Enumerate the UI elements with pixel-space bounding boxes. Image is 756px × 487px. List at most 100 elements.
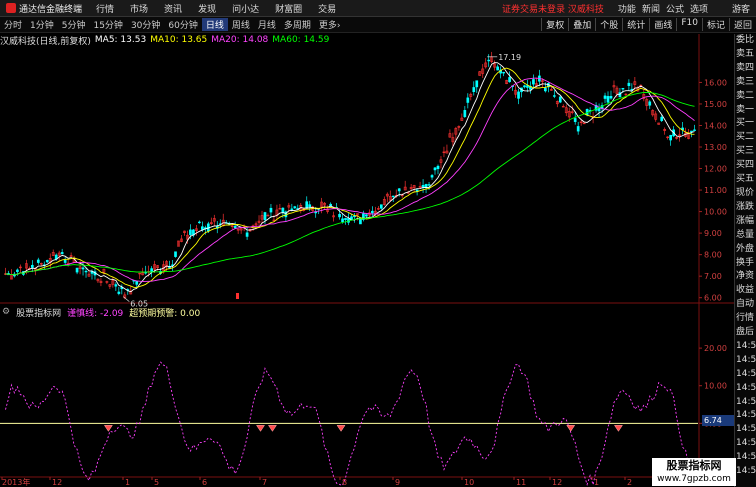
candle-body [174, 251, 177, 257]
ma5-label: MA5: 13.53 [94, 35, 147, 45]
sidebar-item[interactable]: 行情 [735, 312, 756, 326]
sidebar-item[interactable]: 14:50 [735, 382, 756, 396]
settings-icon[interactable]: ⚙ [2, 307, 10, 317]
sidebar-item[interactable]: 卖一 [735, 104, 756, 118]
candle-body [391, 195, 395, 198]
ma20-line [5, 77, 695, 282]
sidebar-item[interactable]: 14:50 [735, 423, 756, 437]
site-watermark: 股票指标网 www.7gpzb.com [652, 458, 736, 486]
sidebar-item[interactable]: 14:50 [735, 396, 756, 410]
candle-body [341, 218, 344, 222]
xaxis-label: 1 [125, 478, 130, 487]
sidebar-item[interactable]: 买四 [735, 159, 756, 173]
candle-body [576, 126, 580, 132]
sidebar-item[interactable]: 卖五 [735, 48, 756, 62]
sidebar-item[interactable]: 换手 [735, 257, 756, 271]
candle-body [466, 97, 470, 103]
sidebar-item[interactable]: 外盘 [735, 243, 756, 257]
candle-body [135, 281, 139, 285]
xaxis-label: 10 [464, 478, 474, 487]
sidebar-item[interactable]: 净资 [735, 270, 756, 284]
sidebar-item[interactable]: 涨跌 [735, 201, 756, 215]
candle-body [660, 116, 664, 121]
candle-body [427, 184, 431, 186]
sidebar-item[interactable]: 14:50 [735, 451, 756, 465]
candle-body [544, 87, 547, 92]
sidebar-item[interactable]: 卖四 [735, 62, 756, 76]
candle-body [496, 66, 499, 71]
price-tick-label: 9.00 [704, 229, 722, 238]
price-tick-label: 6.00 [704, 294, 722, 303]
candle-body [150, 268, 153, 273]
xaxis-label: 7 [262, 478, 267, 487]
candle-body [606, 96, 610, 103]
candle-body [627, 82, 631, 86]
sidebar-item[interactable]: 收益 [735, 284, 756, 298]
candle-body [16, 269, 19, 273]
current-value-badge: 6.74 [702, 415, 734, 426]
sidebar-item[interactable]: 14:50 [735, 409, 756, 423]
sidebar-item[interactable]: 14:50 [735, 465, 756, 479]
xaxis-label: 1 [594, 478, 599, 487]
signal-gem-icon [566, 425, 576, 432]
candle-body [379, 204, 383, 209]
candle-body [573, 118, 577, 122]
candle-body [523, 85, 526, 88]
signal-gem-icon [613, 425, 623, 432]
candle-body [508, 77, 511, 83]
sidebar-item[interactable]: 买二 [735, 131, 756, 145]
ma10-line [5, 67, 695, 289]
candle-body [114, 284, 118, 287]
candle-body [558, 96, 562, 103]
sidebar-item[interactable]: 买一 [735, 117, 756, 131]
candle-body [84, 270, 88, 273]
ma10-label: MA10: 13.65 [150, 35, 208, 45]
candle-body [233, 225, 237, 229]
sidebar-item[interactable]: 盘后 [735, 326, 756, 340]
candle-body [532, 79, 535, 85]
xaxis-label: 11 [516, 478, 526, 487]
sidebar-item[interactable]: 现价 [735, 187, 756, 201]
candle-body [308, 204, 312, 208]
candle-body [45, 259, 49, 263]
candle-body [424, 184, 428, 188]
candle-body [305, 201, 309, 209]
sidebar-item[interactable]: 涨幅 [735, 215, 756, 229]
candle-body [198, 221, 201, 224]
price-chart[interactable]: 16.0015.0014.0013.0012.0011.0010.009.008… [0, 0, 734, 487]
candle-body [201, 226, 204, 230]
sidebar-item[interactable]: 委比 [735, 34, 756, 48]
sidebar-item[interactable]: 14:50 [735, 368, 756, 382]
sidebar-item[interactable]: 买五 [735, 173, 756, 187]
indicator-tick-label: 20.00 [704, 344, 727, 353]
candle-body [344, 218, 347, 220]
xaxis-label: 12 [552, 478, 562, 487]
sidebar-item[interactable]: 总量 [735, 229, 756, 243]
candle-body [648, 101, 652, 106]
sidebar-item[interactable]: 卖三 [735, 76, 756, 90]
sidebar-item[interactable]: 自动 [735, 298, 756, 312]
candle-body [487, 59, 491, 62]
xaxis-label: 5 [154, 478, 159, 487]
candle-body [693, 129, 696, 131]
high-label: 17.19 [498, 53, 521, 62]
signal-gem-icon [336, 425, 346, 432]
candle-body [552, 95, 556, 97]
watermark-line2: www.7gpzb.com [657, 474, 731, 484]
candle-body [30, 264, 34, 268]
quote-sidebar: 委比 卖五 卖四 卖三 卖二 卖一 买一 买二 买三 买四 买五 现价 涨跌 涨幅 总量 外盘 换手 净资 收益 自动… [734, 34, 756, 487]
candle-body [281, 207, 285, 213]
sidebar-item[interactable]: 卖二 [735, 90, 756, 104]
candle-body [36, 259, 40, 263]
sidebar-item[interactable]: 买三 [735, 145, 756, 159]
ma20-label: MA20: 14.08 [211, 35, 269, 45]
candle-body [397, 188, 401, 192]
sidebar-item[interactable]: 14:50 [735, 354, 756, 368]
candle-body [245, 232, 249, 237]
signal-gem-icon [256, 425, 265, 432]
ma5-line [5, 62, 695, 293]
sidebar-item[interactable]: 14:50 [735, 437, 756, 451]
sidebar-item[interactable]: 14:50 [735, 340, 756, 354]
guest-label[interactable]: 游客 [732, 2, 750, 15]
xaxis-label: 9 [395, 478, 400, 487]
